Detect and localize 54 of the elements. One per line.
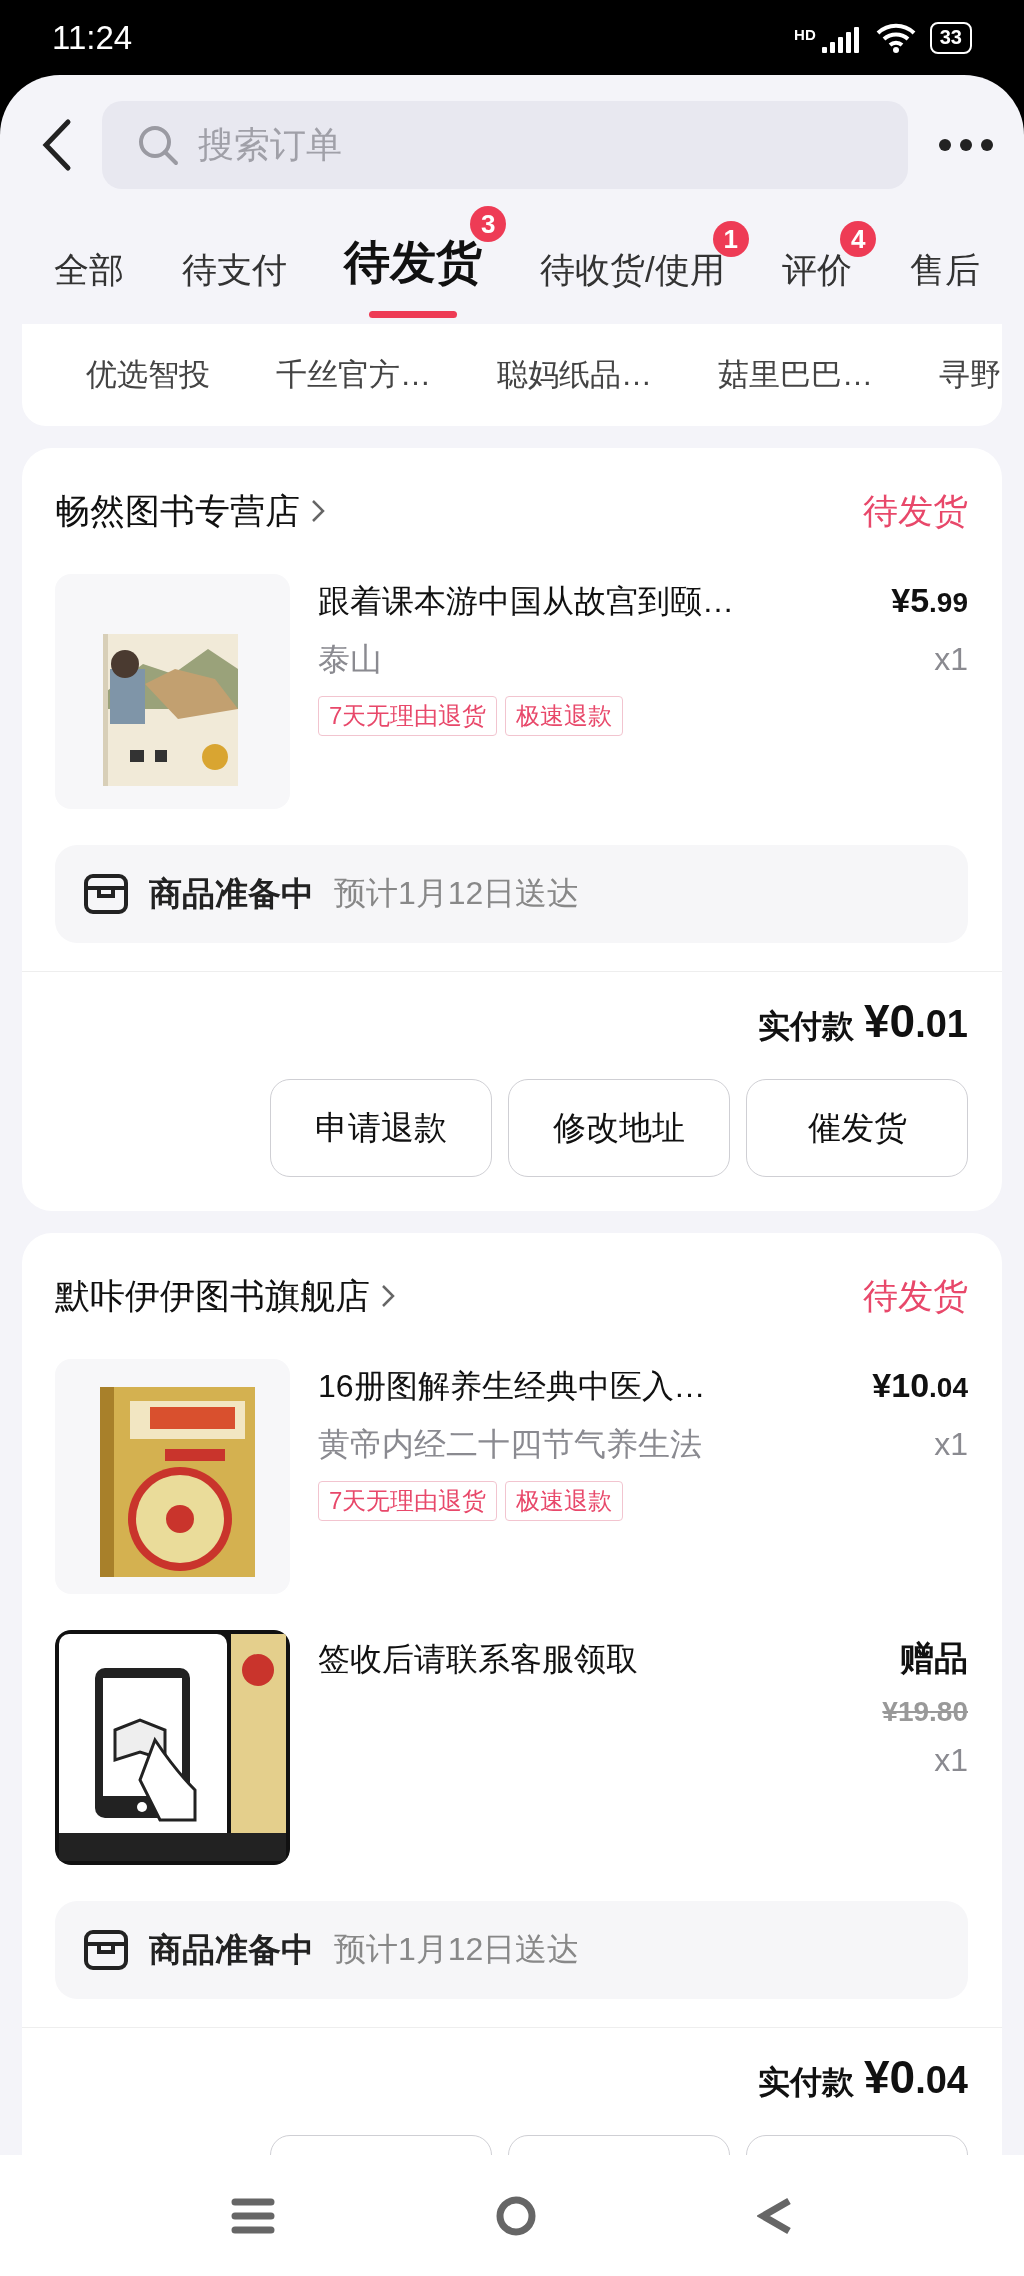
shop-filter[interactable]: 菇里巴巴… [718,354,873,396]
shipping-state: 商品准备中 [149,1929,314,1970]
product-variant: 泰山 [318,640,382,679]
tab[interactable]: 售后 [885,221,1004,318]
network-type: HD [794,25,816,43]
shop-filter[interactable]: 千丝官方… [276,354,431,396]
service-tag: 极速退款 [505,696,624,736]
total-price: ¥0.01 [864,994,968,1048]
service-tag: 7天无理由退货 [318,1481,498,1521]
tab[interactable]: 待支付 [157,221,311,318]
shop-filter[interactable]: 聪妈纸品… [497,354,652,396]
back-icon[interactable] [42,118,72,172]
box-icon [83,873,129,915]
search-icon [136,123,180,167]
action-button[interactable]: 催发货 [746,1079,968,1177]
product-variant: 黄帝内经二十四节气养生法 [318,1425,702,1464]
search-field[interactable]: 搜索订单 [102,101,908,189]
total-price: ¥0.04 [864,2050,968,2104]
action-button[interactable]: 申请退款 [270,1079,492,1177]
box-icon [83,1929,129,1971]
battery-icon: 33 [929,21,972,54]
delivery-estimate: 预计1月12日送达 [334,874,580,913]
product-title[interactable]: 16册图解养生经典中医入… [318,1365,706,1409]
gift-label: 赠品 [900,1638,968,1679]
shop-name[interactable]: 畅然图书专营店 [55,487,326,535]
product-title[interactable]: 跟着课本游中国从故宫到颐… [318,580,734,624]
status-time: 11:24 [52,18,133,57]
gift-title[interactable]: 签收后请联系客服领取 [318,1638,638,1682]
quantity: x1 [934,1742,968,1779]
count-badge: 4 [840,221,877,257]
shop-filter[interactable]: 寻野 [939,354,1001,396]
service-tag: 极速退款 [505,1481,624,1521]
wifi-icon [875,22,916,53]
original-price: ¥19.80 [882,1696,968,1728]
home-icon[interactable] [495,2194,537,2237]
total-label: 实付款 [758,1007,854,1046]
tab[interactable]: 待发货 3 [320,206,507,318]
tab[interactable]: 评价 4 [758,221,877,318]
action-button[interactable]: 修改地址 [508,1079,730,1177]
service-tag: 7天无理由退货 [318,696,498,736]
product-price: ¥10.04 [872,1366,968,1405]
order-status: 待发货 [863,489,968,532]
product-price: ¥5.99 [891,581,968,620]
order-status: 待发货 [863,1274,968,1317]
shop-name[interactable]: 默咔伊伊图书旗舰店 [55,1272,396,1320]
tab[interactable]: 全部 [30,221,148,318]
more-icon[interactable] [938,138,994,152]
delivery-estimate: 预计1月12日送达 [334,1930,580,1969]
count-badge: 3 [470,206,507,242]
quantity: x1 [934,641,968,678]
shop-filter[interactable]: 优选智投 [86,354,210,396]
quantity: x1 [934,1426,968,1463]
total-label: 实付款 [758,2063,854,2102]
shipping-state: 商品准备中 [149,873,314,914]
